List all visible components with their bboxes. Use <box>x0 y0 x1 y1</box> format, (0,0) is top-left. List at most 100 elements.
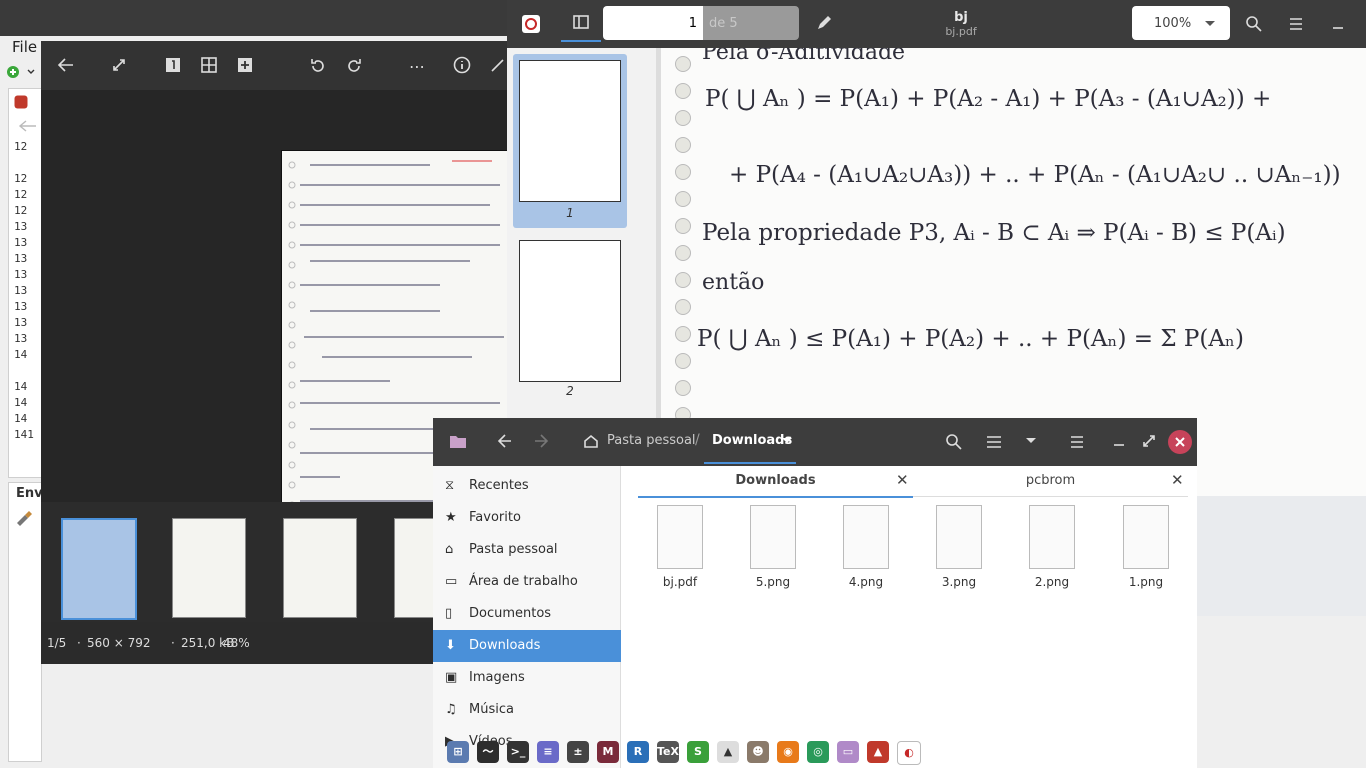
minimize-icon[interactable] <box>1329 15 1347 33</box>
dock-calculator-icon[interactable]: ± <box>567 741 589 763</box>
file-name: 3.png <box>941 575 977 589</box>
tab-downloads[interactable]: Downloads ✕ <box>638 466 913 498</box>
page-thumbnail-2[interactable] <box>519 240 621 382</box>
thumbnail[interactable] <box>172 518 246 618</box>
fullscreen-icon[interactable] <box>111 57 127 73</box>
view-list-icon[interactable] <box>985 433 1003 451</box>
dock-spreadsheet-icon[interactable]: S <box>687 741 709 763</box>
grid-view-icon[interactable] <box>201 57 217 73</box>
chevron-down-icon[interactable] <box>1025 437 1037 445</box>
rotate-left-icon[interactable] <box>309 57 327 75</box>
sidebar-item-pasta-pessoal[interactable]: ⌂ Pasta pessoal <box>433 534 621 566</box>
dock-chrome-icon[interactable]: ◎ <box>807 741 829 763</box>
thumbnail[interactable] <box>61 518 137 620</box>
desktop-icon: ▭ <box>445 574 458 589</box>
forward-arrow-icon[interactable] <box>533 433 549 449</box>
back-arrow-icon[interactable] <box>57 57 75 73</box>
close-tab-icon[interactable]: ✕ <box>896 471 909 489</box>
file-item[interactable]: 1.png <box>1111 505 1181 595</box>
search-icon[interactable] <box>1245 15 1263 33</box>
page-number-input[interactable] <box>603 6 703 40</box>
sidebar-item-documentos[interactable]: ▯ Documentos <box>433 598 621 630</box>
download-icon: ⬇ <box>445 638 456 653</box>
dock-mail-icon[interactable]: M <box>597 741 619 763</box>
page-thumbnail-1[interactable]: 1 <box>513 54 627 228</box>
file-name: 4.png <box>848 575 884 589</box>
original-size-icon[interactable] <box>165 57 181 73</box>
line-number: 12 <box>14 172 28 185</box>
toggle-sidebar-button[interactable] <box>561 4 601 42</box>
line-number: 141 <box>14 428 34 441</box>
brush-icon[interactable] <box>14 508 32 526</box>
file-item[interactable]: 5.png <box>738 505 808 595</box>
search-icon[interactable] <box>945 433 963 451</box>
minimize-icon[interactable] <box>1111 433 1127 449</box>
line-number: 14 <box>14 348 28 361</box>
breadcrumb-current-button[interactable]: Downloads <box>704 418 796 464</box>
formula-line-5: P( ⋃ Aₙ ) ≤ P(A₁) + P(A₂) + .. + P(Aₙ) =… <box>697 326 1244 352</box>
maximize-icon[interactable] <box>1141 433 1157 449</box>
dock-system-monitor-icon[interactable]: 〜 <box>477 741 499 763</box>
file-item[interactable]: bj.pdf <box>645 505 715 595</box>
dock-inkscape-icon[interactable]: ▲ <box>717 741 739 763</box>
sidebar-item-favorito[interactable]: ★ Favorito <box>433 502 621 534</box>
chevron-down-icon <box>782 438 792 443</box>
page-heading: Pela σ-Aditividade <box>702 48 906 65</box>
document-filename: bj.pdf <box>945 25 977 38</box>
notebook-hole <box>675 110 691 126</box>
add-icon[interactable] <box>237 57 253 73</box>
breadcrumb-home[interactable]: Pasta pessoal <box>607 433 696 448</box>
clock-icon: ⧖ <box>445 478 455 493</box>
edit-brush-icon[interactable] <box>489 56 507 74</box>
tab-pcbrom[interactable]: pcbrom ✕ <box>913 466 1188 497</box>
sidebar-item-downloads[interactable]: ⬇ Downloads <box>433 630 621 662</box>
dock-app-grid-icon[interactable]: ⊞ <box>447 741 469 763</box>
image-dimensions: 560 × 792 <box>87 636 151 650</box>
file-name: bj.pdf <box>662 575 698 589</box>
file-item[interactable]: 2.png <box>1017 505 1087 595</box>
dock-firefox-icon[interactable]: ◉ <box>777 741 799 763</box>
line-number: 13 <box>14 268 28 281</box>
file-item[interactable]: 4.png <box>831 505 901 595</box>
line-number: 14 <box>14 380 28 393</box>
info-icon[interactable] <box>453 56 471 74</box>
more-options-icon[interactable]: ⋯ <box>409 57 425 76</box>
back-arrow-icon[interactable] <box>18 120 38 132</box>
background-window-titlebar <box>0 0 510 36</box>
dock-gimp-icon[interactable]: ☻ <box>747 741 769 763</box>
menu-file[interactable]: File <box>12 38 37 56</box>
file-item[interactable]: 3.png <box>924 505 994 595</box>
annotate-pencil-icon[interactable] <box>815 14 833 32</box>
line-number: 12 <box>14 204 28 217</box>
dock-terminal-icon[interactable]: >_ <box>507 741 529 763</box>
dock-pdf-viewer-icon[interactable]: ◐ <box>897 741 921 765</box>
dock-image-viewer-icon[interactable]: ▲ <box>867 741 889 763</box>
sidebar-item-recentes[interactable]: ⧖ Recentes <box>433 470 621 502</box>
sidebar-item-m-sica[interactable]: ♫ Música <box>433 694 621 726</box>
close-icon <box>1175 437 1185 447</box>
close-tab-icon[interactable]: ✕ <box>1171 471 1184 489</box>
back-arrow-icon[interactable] <box>497 433 513 449</box>
page-total: de 5 <box>703 6 799 40</box>
menu-icon[interactable] <box>1068 433 1086 451</box>
sidebar-item--rea-de-trabalho[interactable]: ▭ Área de trabalho <box>433 566 621 598</box>
tab-env[interactable]: Env <box>16 486 43 501</box>
sidebar-item-label: Recentes <box>469 478 529 493</box>
thumbnail[interactable] <box>283 518 357 618</box>
dock-text-editor-icon[interactable]: ≡ <box>537 741 559 763</box>
dock-tex-icon[interactable]: TeX <box>657 741 679 763</box>
new-document-icon[interactable] <box>6 64 42 84</box>
rotate-right-icon[interactable] <box>345 57 363 75</box>
file-thumbnail <box>1029 505 1075 569</box>
document-icon: ▯ <box>445 606 453 621</box>
zoom-select[interactable]: 100% <box>1132 6 1230 40</box>
file-name: 2.png <box>1034 575 1070 589</box>
menu-icon[interactable] <box>1287 15 1305 33</box>
sidebar-item-imagens[interactable]: ▣ Imagens <box>433 662 621 694</box>
dock-r-icon[interactable]: R <box>627 741 649 763</box>
close-button[interactable] <box>1168 430 1192 454</box>
star-icon: ★ <box>445 510 457 525</box>
dock-files-icon[interactable]: ▭ <box>837 741 859 763</box>
notebook-hole <box>675 353 691 369</box>
file-manager-header: Pasta pessoal / Downloads <box>433 418 1197 466</box>
